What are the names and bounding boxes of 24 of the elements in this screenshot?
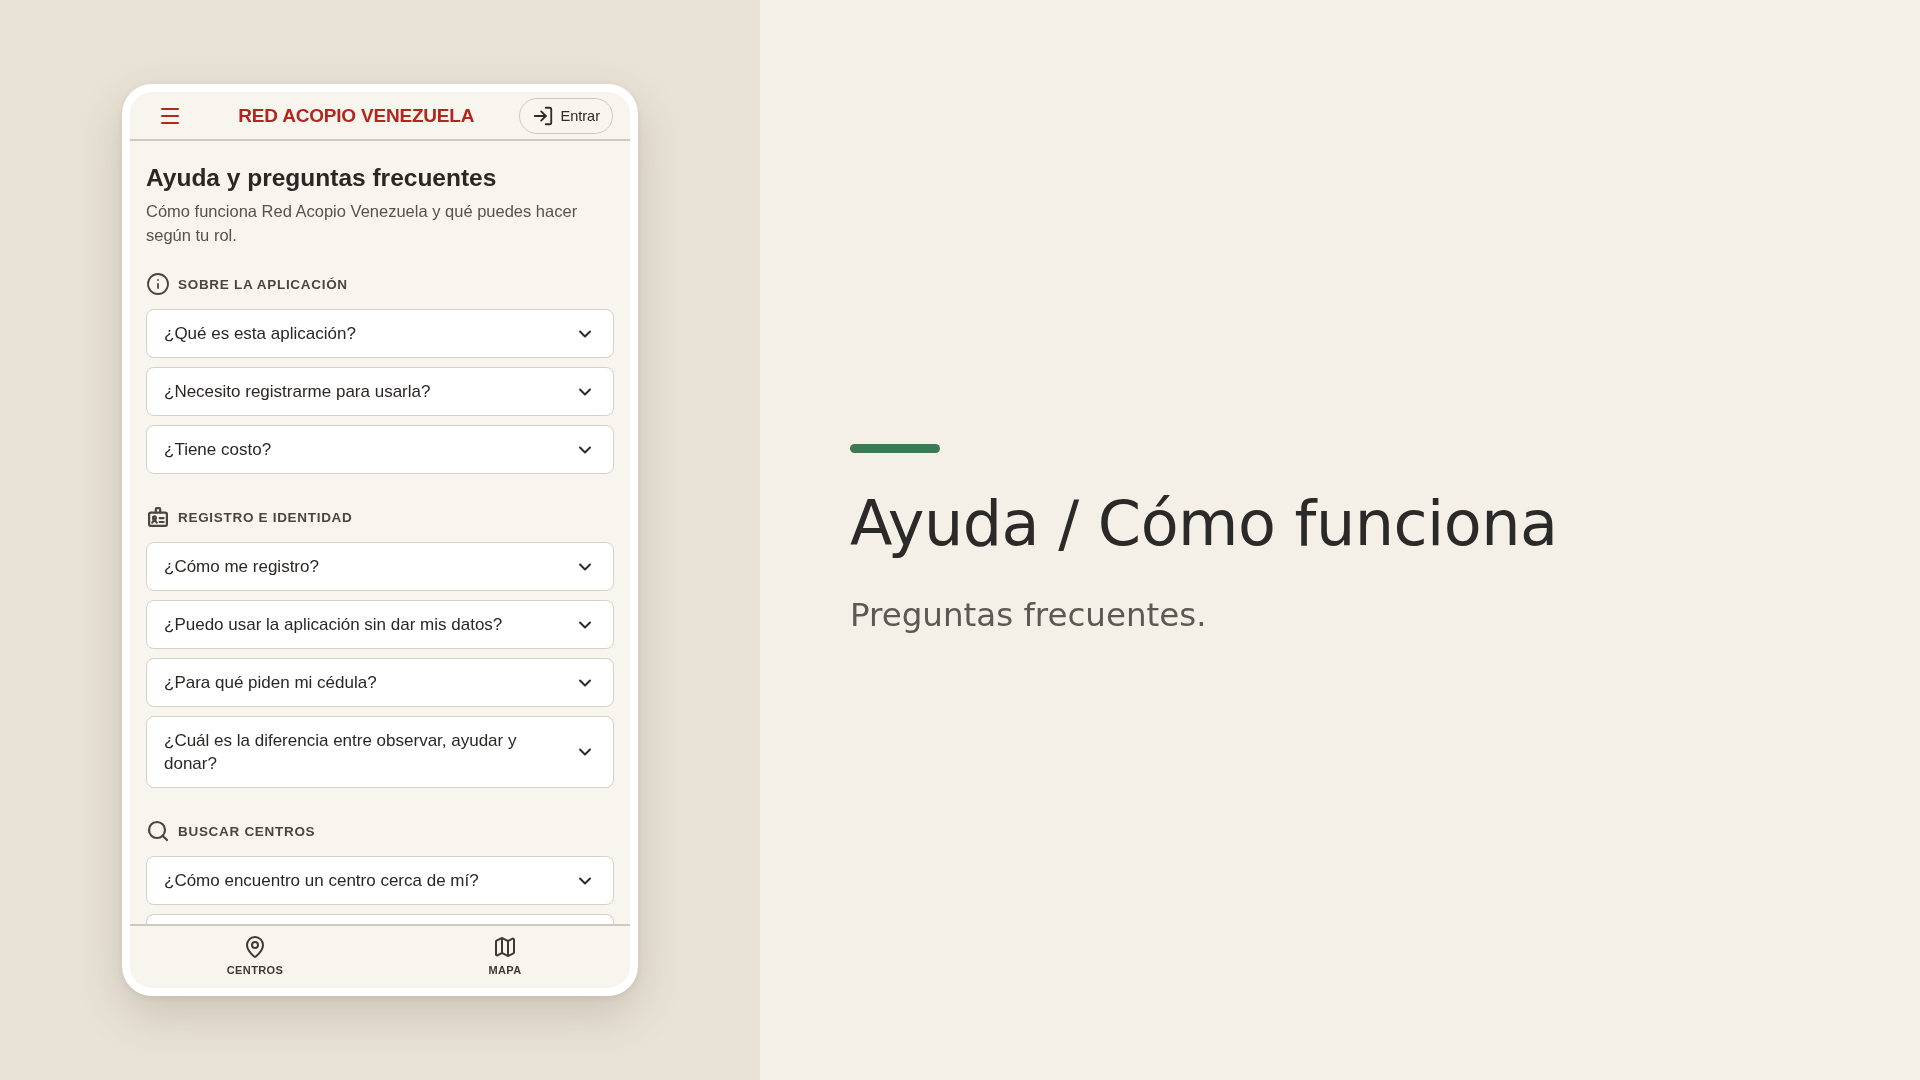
faq-item[interactable]: ¿Cómo me registro? (146, 542, 614, 591)
info-icon (146, 272, 170, 296)
faq-item[interactable]: ¿Para qué piden mi cédula? (146, 658, 614, 707)
faq-item[interactable]: ¿Cuál es la diferencia entre observar, ayudar y donar? (146, 716, 614, 788)
page-title: Ayuda y preguntas frecuentes (146, 163, 498, 193)
login-icon (531, 104, 554, 127)
faq-item[interactable]: ¿Tiene costo? (146, 425, 614, 474)
section-heading: BUSCAR CENTROS (178, 823, 316, 839)
id-badge-icon (148, 507, 168, 527)
faq-item[interactable]: ¿Puedo usar la aplicación sin dar mis datos? (146, 600, 614, 649)
hero-title: Ayuda / Cómo funciona (850, 487, 1558, 559)
faq-item[interactable]: ¿Qué es esta aplicación? (146, 309, 614, 358)
section-heading: SOBRE LA APLICACIÓN (178, 276, 348, 292)
nav-tab[interactable]: CENTROS (130, 926, 380, 988)
map-pin-icon (243, 935, 267, 959)
section-heading: REGISTRO E IDENTIDAD (178, 509, 353, 525)
nav-tab[interactable]: MAPA (380, 926, 630, 988)
hero-subtitle: Preguntas frecuentes. (850, 595, 1207, 636)
faq-item[interactable]: ¿Necesito registrarme para usarla? (146, 367, 614, 416)
map-icon (493, 935, 517, 959)
faq-item[interactable]: ¿Cómo encuentro un centro cerca de mí? (146, 856, 614, 905)
search-icon (146, 819, 170, 843)
page-description: Cómo funciona Red Acopio Venezuela y qué puedes hacer según tu rol. (146, 201, 579, 246)
brand-title: RED ACOPIO VENEZUELA (237, 104, 476, 127)
